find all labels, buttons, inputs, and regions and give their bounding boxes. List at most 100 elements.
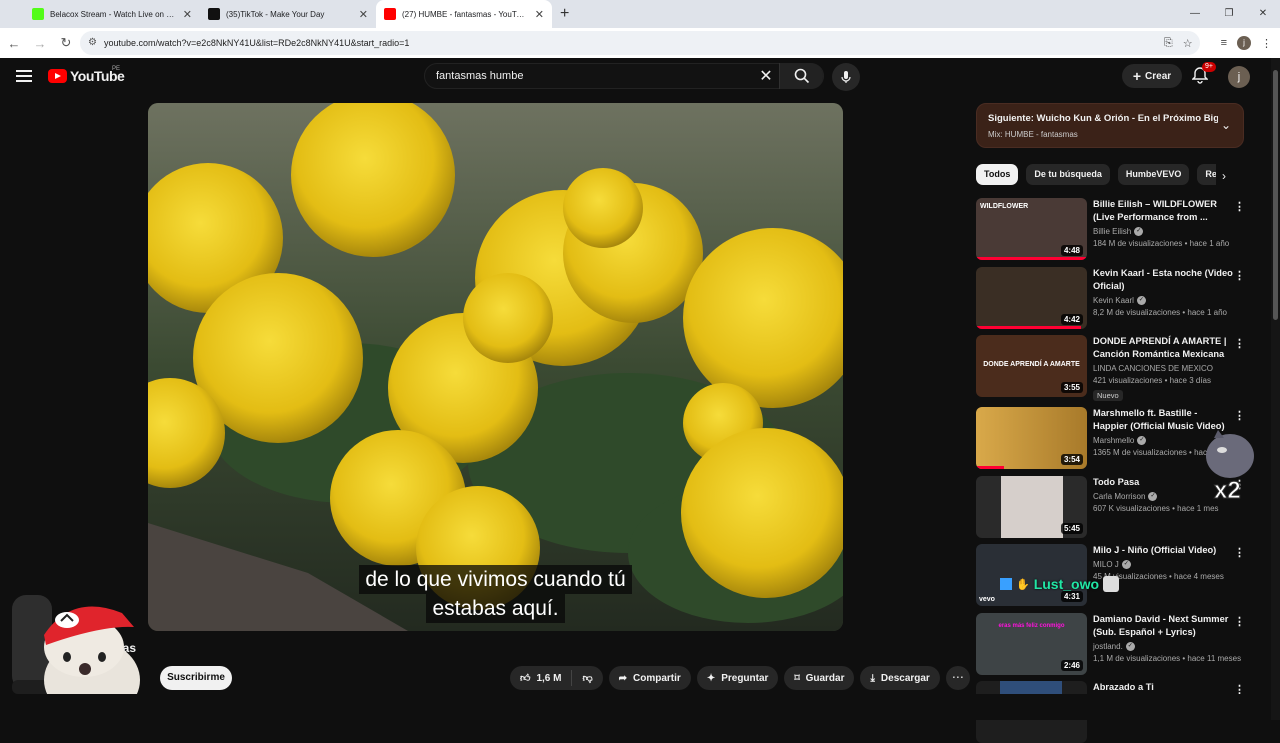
account-avatar[interactable]: j [1228, 66, 1250, 88]
video-thumbnail[interactable]: 3:54 [976, 407, 1087, 469]
hamburger-menu-icon[interactable] [16, 70, 32, 82]
video-thumbnail[interactable]: DONDE APRENDÍ A AMARTE 3:55 [976, 335, 1087, 397]
hand-icon: ✋ [1016, 578, 1030, 591]
forward-icon[interactable]: → [28, 36, 52, 51]
share-button[interactable]: ➦ Compartir [608, 666, 691, 690]
channel-name[interactable]: jostland. [1093, 642, 1123, 651]
minimize-icon[interactable]: — [1178, 0, 1212, 28]
more-vert-icon[interactable]: ⋮ [1234, 615, 1245, 628]
clear-search-icon[interactable]: ✕ [753, 66, 779, 86]
verified-check-icon: ✓ [1134, 227, 1144, 237]
subscribe-button[interactable]: Suscribirme [160, 666, 232, 690]
channel-name[interactable]: Carla Morrison [1093, 492, 1145, 501]
watch-progress-bar [976, 326, 1082, 329]
video-title[interactable]: Billie Eilish – WILDFLOWER (Live Perform… [1093, 198, 1233, 224]
restore-icon[interactable]: ❐ [1212, 0, 1246, 28]
browser-tab-strip: Belacox Stream - Watch Live on Kick ✕ (3… [0, 0, 1280, 28]
mix-playlist-header[interactable]: Siguiente: Wuicho Kun & Orión - En el Pr… [976, 103, 1244, 148]
more-horizontal-icon: ⋯ [951, 670, 964, 684]
channel-name[interactable]: LINDA CANCIONES DE MEXICO [1093, 364, 1233, 373]
share-arrow-icon: ➦ [618, 672, 628, 684]
close-tab-icon[interactable]: ✕ [183, 8, 192, 21]
bookmark-star-icon[interactable]: ☆ [1183, 37, 1193, 50]
related-video-item[interactable]: DONDE APRENDÍ A AMARTE 3:55 DONDE APREND… [976, 335, 1252, 401]
search-button[interactable] [779, 63, 823, 89]
video-thumbnail[interactable]: WILDFLOWER 4:48 [976, 198, 1087, 260]
page-scrollbar[interactable] [1271, 58, 1280, 720]
cat-icon [1103, 576, 1120, 592]
chip-related[interactable]: Rela [1197, 164, 1216, 185]
more-actions-button[interactable]: ⋯ [945, 666, 970, 690]
tab-title: Belacox Stream - Watch Live on Kick [50, 9, 177, 19]
verified-check-icon: ✓ [1125, 642, 1135, 652]
more-vert-icon[interactable]: ⋮ [1234, 409, 1245, 422]
mix-title: Mix: HUMBE - fantasmas [988, 130, 1078, 139]
chip-from-search[interactable]: De tu búsqueda [1026, 164, 1110, 185]
close-tab-icon[interactable]: ✕ [359, 8, 368, 21]
video-thumbnail[interactable]: 5:45 [976, 476, 1087, 538]
site-settings-icon[interactable]: ⚙ [88, 37, 97, 48]
chevron-down-icon[interactable]: ⌄ [1221, 118, 1231, 132]
video-player[interactable]: de lo que vivimos cuando tú estabas aquí… [148, 103, 843, 631]
thumbnail-portrait [1001, 476, 1063, 538]
chrome-menu-icon[interactable]: ⋮ [1261, 37, 1272, 50]
close-tab-icon[interactable]: ✕ [535, 8, 544, 21]
close-window-icon[interactable]: ✕ [1246, 0, 1280, 28]
video-duration: 2:46 [1060, 660, 1083, 671]
more-vert-icon[interactable]: ⋮ [1234, 200, 1245, 213]
reload-icon[interactable]: ↻ [54, 35, 78, 51]
search-input[interactable]: fantasmas humbe [425, 70, 753, 82]
thumbnail-text: DONDE APRENDÍ A AMARTE [983, 361, 1080, 368]
search-box[interactable]: fantasmas humbe ✕ [424, 63, 824, 89]
streamer-name: Lust_owo [1033, 576, 1100, 592]
save-button[interactable]: ⌑ Guardar [784, 666, 855, 690]
more-vert-icon[interactable]: ⋮ [1234, 337, 1245, 350]
multiplier-overlay: x2 [1206, 430, 1254, 502]
video-title[interactable]: DONDE APRENDÍ A AMARTE | Canción Románti… [1093, 335, 1233, 361]
profile-avatar[interactable]: j [1237, 36, 1251, 50]
watch-progress-bar [976, 466, 1004, 469]
browser-tab-kick[interactable]: Belacox Stream - Watch Live on Kick ✕ [24, 0, 200, 28]
browser-tab-youtube[interactable]: (27) HUMBE - fantasmas - YouTube ✕ [376, 0, 552, 28]
more-vert-icon[interactable]: ⋮ [1234, 546, 1245, 559]
notifications-button[interactable]: 9+ [1191, 62, 1216, 89]
tab-title: (35)TikTok - Make Your Day [226, 9, 325, 19]
download-button[interactable]: ⤓ Descargar [860, 666, 940, 690]
related-video-item[interactable]: WILDFLOWER 4:48 Billie Eilish – WILDFLOW… [976, 198, 1252, 260]
ask-button[interactable]: ✦ Preguntar [696, 666, 779, 690]
video-actions: 👍︎ 1,6 M 👎︎ ➦ Compartir ✦ Preguntar ⌑ Gu… [510, 666, 970, 690]
scrollbar-thumb[interactable] [1273, 70, 1278, 320]
chevron-right-icon[interactable]: › [1222, 169, 1226, 183]
video-title[interactable]: Milo J - Niño (Official Video) [1093, 544, 1233, 557]
microphone-icon [841, 71, 851, 83]
more-vert-icon[interactable]: ⋮ [1234, 269, 1245, 282]
related-video-item[interactable]: eras más feliz conmigo 2:46 Damiano Davi… [976, 613, 1252, 675]
dislike-button[interactable]: 👎︎ [572, 666, 602, 690]
create-button[interactable]: + Crear [1122, 64, 1182, 88]
related-video-item[interactable]: 4:42 Kevin Kaarl - Esta noche (Video Ofi… [976, 267, 1252, 329]
chip-humbevevo[interactable]: HumbeVEVO [1117, 164, 1190, 185]
search-icon [794, 68, 809, 84]
address-bar[interactable]: ⚙ youtube.com/watch?v=e2c8NkNY41U&list=R… [80, 31, 1200, 55]
back-icon[interactable]: ← [2, 36, 26, 51]
voice-search-button[interactable] [832, 63, 860, 91]
chip-all[interactable]: Todos [976, 164, 1019, 185]
tab-title: (27) HUMBE - fantasmas - YouTube [402, 9, 529, 19]
youtube-logo[interactable]: YouTube PE [48, 66, 125, 84]
like-button[interactable]: 👍︎ 1,6 M [510, 666, 571, 690]
tiktok-favicon-icon [208, 8, 220, 20]
video-title[interactable]: Kevin Kaarl - Esta noche (Video Oficial) [1093, 267, 1233, 293]
video-title[interactable]: Damiano David - Next Summer (Sub. Españo… [1093, 613, 1233, 639]
channel-name[interactable]: Billie Eilish [1093, 227, 1131, 236]
channel-name[interactable]: MILO J [1093, 560, 1119, 569]
channel-name[interactable]: Marshmello [1093, 436, 1134, 445]
channel-name[interactable]: Kevin Kaarl [1093, 296, 1134, 305]
browser-tab-tiktok[interactable]: (35)TikTok - Make Your Day ✕ [200, 0, 376, 28]
video-thumbnail[interactable]: eras más feliz conmigo 2:46 [976, 613, 1087, 675]
video-thumbnail[interactable]: 4:42 [976, 267, 1087, 329]
video-title[interactable]: Abrazado a Ti [1093, 681, 1233, 694]
new-tab-icon[interactable]: + [560, 5, 569, 23]
reading-list-icon[interactable]: ≡ [1221, 37, 1227, 49]
video-stats: 8,2 M de visualizaciones • hace 1 año [1093, 308, 1227, 318]
cast-icon[interactable]: ⎘ [1164, 37, 1173, 50]
